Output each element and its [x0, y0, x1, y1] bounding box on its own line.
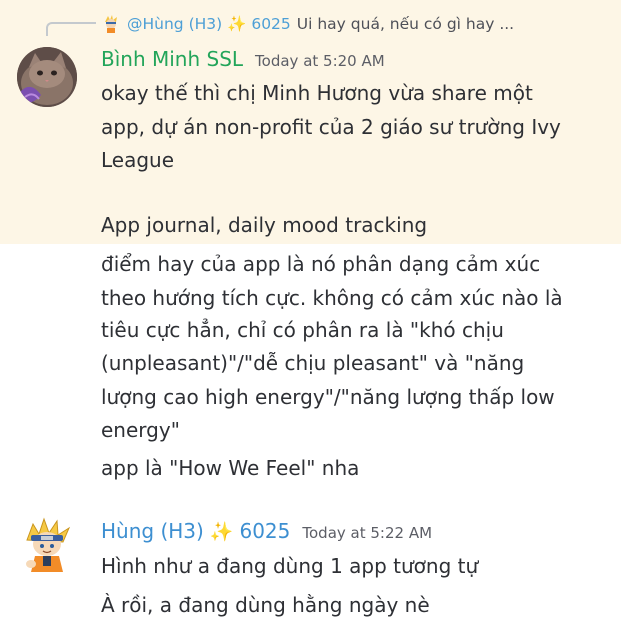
- message-line: À rồi, a đang dùng hằng ngày nè: [101, 593, 430, 617]
- author-name[interactable]: Hùng (H3): [101, 519, 204, 543]
- message-line: app là "How We Feel" nha: [101, 456, 360, 480]
- message-line: (unpleasant)"/"dễ chịu pleasant" và "năn…: [101, 351, 525, 375]
- message-line: App journal, daily mood tracking: [101, 213, 428, 237]
- reply-spine: [46, 22, 96, 36]
- message-line: League: [101, 148, 175, 172]
- message-header: Hùng (H3) ✨ 6025 Today at 5:22 AM: [101, 519, 432, 543]
- message-header: Bình Minh SSL Today at 5:20 AM: [101, 47, 385, 71]
- message-line: lượng cao high energy"/"năng lượng thấp …: [101, 385, 555, 409]
- chat-log: @Hùng (H3) ✨ 6025 Ui hay quá, nếu có gì …: [0, 0, 621, 623]
- reply-author[interactable]: @Hùng (H3) ✨ 6025: [127, 15, 291, 33]
- naruto-avatar-icon: [26, 517, 71, 572]
- message-line: theo hướng tích cực. không có cảm xúc nà…: [101, 286, 563, 310]
- message-line: energy": [101, 418, 180, 442]
- message-line: điểm hay của app là nó phân dạng cảm xúc: [101, 252, 541, 276]
- reply-text[interactable]: Ui hay quá, nếu có gì hay ...: [297, 15, 514, 33]
- cat-avatar-icon: [17, 47, 77, 107]
- timestamp[interactable]: Today at 5:22 AM: [302, 524, 432, 542]
- author-tag-number[interactable]: 6025: [239, 519, 290, 543]
- timestamp[interactable]: Today at 5:20 AM: [255, 52, 385, 70]
- author-name[interactable]: Bình Minh SSL: [101, 47, 243, 71]
- message-line: tiêu cực hẳn, chỉ có phân ra là "khó chị…: [101, 318, 504, 342]
- message-line: Hình như a đang dùng 1 app tương tự: [101, 554, 479, 578]
- message-line: app, dự án non-profit của 2 giáo sư trườ…: [101, 115, 561, 139]
- message-line: okay thế thì chị Minh Hương vừa share mộ…: [101, 81, 533, 105]
- reply-reference[interactable]: @Hùng (H3) ✨ 6025 Ui hay quá, nếu có gì …: [101, 12, 514, 36]
- avatar[interactable]: [17, 47, 77, 107]
- sparkle-icon: ✨: [209, 521, 234, 543]
- avatar[interactable]: [17, 516, 77, 576]
- reply-avatar-icon: [105, 15, 117, 33]
